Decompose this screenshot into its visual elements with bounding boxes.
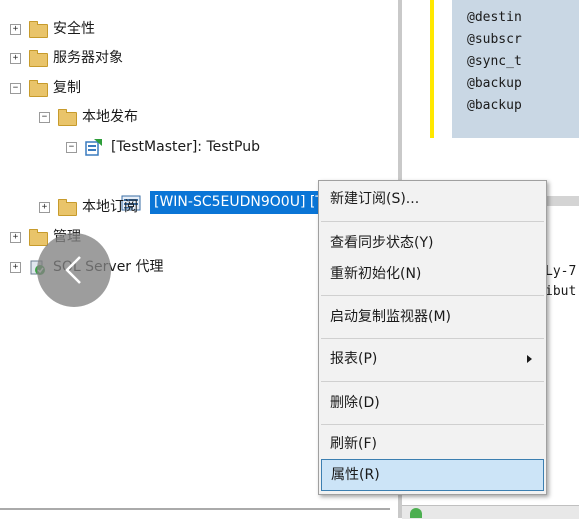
spacer xyxy=(150,191,151,192)
tree-node-publication-testpub[interactable]: − [TestMaster]: TestPub xyxy=(66,136,326,158)
menu-item-label: 刷新(F) xyxy=(330,436,377,452)
menu-item-view-sync-status[interactable]: 查看同步状态(Y) xyxy=(321,229,544,257)
tree-node-replication[interactable]: − 复制 xyxy=(10,77,210,99)
menu-item-label: 新建订阅(S)... xyxy=(330,191,420,207)
menu-separator xyxy=(321,221,544,222)
code-line: @sync_t xyxy=(467,54,522,69)
expand-icon[interactable]: + xyxy=(10,232,21,243)
collapse-icon[interactable]: − xyxy=(10,83,21,94)
tree-node-label: 服务器对象 xyxy=(53,50,123,66)
folder-icon xyxy=(29,80,48,97)
code-lines: @destin @subscr @sync_t @backup @backup xyxy=(467,7,522,117)
tree-node-local-subscriptions[interactable]: + 本地订阅 xyxy=(39,196,139,218)
tree-node-local-publications[interactable]: − 本地发布 xyxy=(39,106,239,128)
menu-item-label: 属性(R) xyxy=(331,467,380,483)
expand-icon[interactable]: + xyxy=(10,262,21,273)
menu-item-label: 删除(D) xyxy=(330,395,380,411)
code-line: @destin xyxy=(467,10,522,25)
menu-item-new-subscription[interactable]: 新建订阅(S)... xyxy=(321,185,544,213)
horizontal-scrollbar[interactable] xyxy=(0,508,390,510)
code-line: @backup xyxy=(467,98,522,113)
tree-node-security[interactable]: + 安全性 xyxy=(10,18,210,40)
chevron-left-icon xyxy=(65,256,81,284)
status-ok-icon xyxy=(410,508,422,518)
code-line: @subscr xyxy=(467,32,522,47)
tree-node-label: 本地订阅 xyxy=(82,199,138,215)
expand-icon[interactable]: + xyxy=(10,24,21,35)
tree-node-label: [TestMaster]: TestPub xyxy=(111,139,260,155)
result-line: Ly-7 xyxy=(545,264,577,279)
context-menu: 新建订阅(S)... 查看同步状态(Y) 重新初始化(N) 启动复制监视器(M)… xyxy=(318,180,547,495)
menu-item-label: 重新初始化(N) xyxy=(330,266,422,282)
menu-separator xyxy=(321,424,544,425)
code-line: @backup xyxy=(467,76,522,91)
menu-separator xyxy=(321,338,544,339)
menu-item-refresh[interactable]: 刷新(F) xyxy=(321,430,544,458)
collapse-icon[interactable]: − xyxy=(66,142,77,153)
tree-node-server-objects[interactable]: + 服务器对象 xyxy=(10,47,210,69)
tree-node-label: 复制 xyxy=(53,80,81,96)
menu-item-properties[interactable]: 属性(R) xyxy=(321,459,544,491)
change-marker xyxy=(430,0,434,138)
folder-icon xyxy=(29,21,48,38)
menu-item-label: 启动复制监视器(M) xyxy=(330,309,452,325)
result-line: ibut xyxy=(545,284,577,299)
chevron-right-icon xyxy=(527,355,532,363)
menu-item-label: 报表(P) xyxy=(330,351,378,367)
expand-icon[interactable]: + xyxy=(10,53,21,64)
status-bar xyxy=(402,505,579,519)
menu-item-delete[interactable]: 删除(D) xyxy=(321,389,544,417)
folder-icon xyxy=(58,199,77,216)
menu-item-reports[interactable]: 报表(P) xyxy=(321,345,544,373)
tree-node-label: 安全性 xyxy=(53,21,95,37)
folder-icon xyxy=(29,229,48,246)
tree-node-management[interactable]: + 管理 xyxy=(10,226,210,248)
folder-icon xyxy=(29,50,48,67)
collapse-icon[interactable]: − xyxy=(39,112,50,123)
back-button[interactable] xyxy=(37,233,111,307)
results-text: Ly-7 ibut xyxy=(545,262,579,302)
folder-icon xyxy=(58,109,77,126)
menu-item-label: 查看同步状态(Y) xyxy=(330,235,434,251)
menu-item-reinitialize[interactable]: 重新初始化(N) xyxy=(321,260,544,288)
menu-item-launch-monitor[interactable]: 启动复制监视器(M) xyxy=(321,303,544,331)
publication-icon xyxy=(85,139,102,156)
menu-separator xyxy=(321,381,544,382)
tree-node-label: 本地发布 xyxy=(82,109,138,125)
expand-icon[interactable]: + xyxy=(39,202,50,213)
menu-separator xyxy=(321,295,544,296)
